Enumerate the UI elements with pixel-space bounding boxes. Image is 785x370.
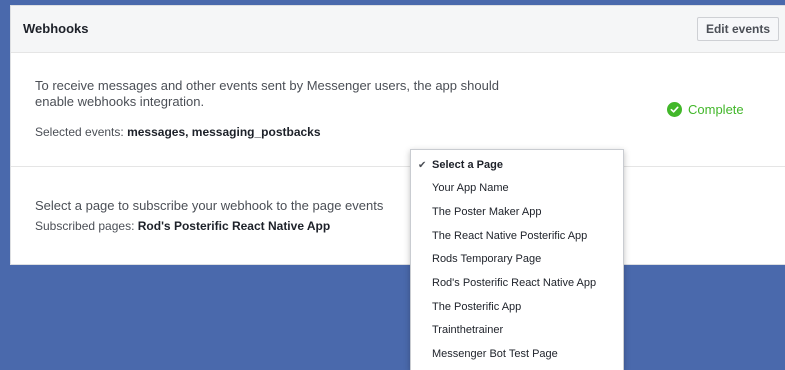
panel-title: Webhooks bbox=[23, 21, 89, 36]
subscribed-pages-label: Subscribed pages: bbox=[35, 219, 135, 233]
webhooks-status-section: To receive messages and other events sen… bbox=[11, 53, 785, 167]
dropdown-item-label: Trainthetrainer bbox=[432, 324, 504, 336]
panel-header: Webhooks Edit events bbox=[11, 6, 785, 53]
status-complete: Complete bbox=[667, 102, 744, 117]
webhooks-panel: Webhooks Edit events To receive messages… bbox=[10, 5, 785, 265]
dropdown-item-label: The Poster Maker App bbox=[432, 206, 542, 218]
dropdown-item-label: Messenger Bot Test Page bbox=[432, 348, 558, 360]
page-select-dropdown[interactable]: ✔ Select a Page Your App Name The Poster… bbox=[410, 149, 624, 370]
subscribe-description: Select a page to subscribe your webhook … bbox=[35, 198, 384, 213]
selected-events: Selected events: messages, messaging_pos… bbox=[35, 125, 321, 139]
dropdown-item-label: Your App Name bbox=[432, 182, 509, 194]
status-text: Complete bbox=[688, 102, 744, 117]
subscribed-pages: Subscribed pages: Rod's Posterific React… bbox=[35, 219, 330, 233]
dropdown-item[interactable]: The React Native Posterific App bbox=[411, 225, 623, 248]
dropdown-item[interactable]: The Posterific App bbox=[411, 296, 623, 319]
dropdown-item-label: Rod's Posterific React Native App bbox=[432, 277, 597, 289]
selected-events-label: Selected events: bbox=[35, 125, 124, 139]
dropdown-item[interactable]: The Poster Maker App bbox=[411, 201, 623, 224]
dropdown-item[interactable]: Your App Name bbox=[411, 177, 623, 200]
dropdown-item[interactable]: Messenger Bot Test Page bbox=[411, 343, 623, 366]
dropdown-item[interactable]: Rods Temporary Page bbox=[411, 248, 623, 271]
dropdown-item[interactable]: Trainthetrainer bbox=[411, 319, 623, 342]
selected-events-value: messages, messaging_postbacks bbox=[127, 125, 321, 139]
dropdown-item-label: The Posterific App bbox=[432, 301, 522, 313]
dropdown-item[interactable]: Rod's Posterific React Native App bbox=[411, 272, 623, 295]
dropdown-item-label: Rods Temporary Page bbox=[432, 253, 542, 265]
page-subscription-section: Select a page to subscribe your webhook … bbox=[11, 168, 785, 266]
check-circle-icon bbox=[667, 102, 682, 117]
edit-events-button[interactable]: Edit events bbox=[696, 17, 779, 41]
checkmark-icon: ✔ bbox=[418, 160, 427, 171]
dropdown-item[interactable]: ✔ Select a Page bbox=[411, 154, 623, 177]
dropdown-item-label: Select a Page bbox=[432, 159, 503, 171]
webhooks-description: To receive messages and other events sen… bbox=[35, 78, 499, 109]
subscribed-pages-value: Rod's Posterific React Native App bbox=[137, 219, 331, 233]
dropdown-item-label: The React Native Posterific App bbox=[432, 230, 588, 242]
